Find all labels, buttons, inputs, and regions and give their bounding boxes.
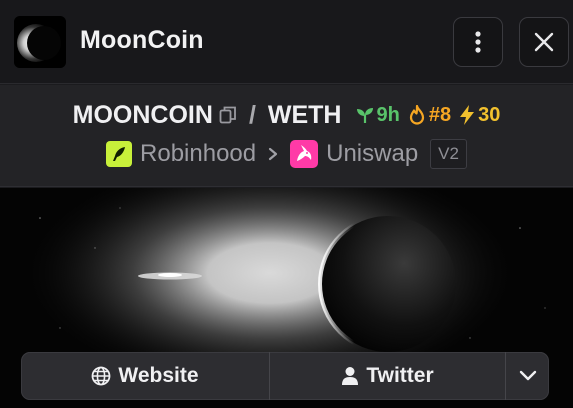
trending-rank-value: #8 — [428, 103, 452, 126]
pair-age-value: 9h — [376, 103, 400, 126]
chevron-right-icon — [268, 147, 278, 161]
robinhood-chain-icon — [106, 141, 133, 167]
pair-separator: / — [248, 100, 256, 129]
chain-name[interactable]: Robinhood — [140, 140, 256, 168]
base-token-symbol: MOONCOIN — [72, 100, 213, 129]
flame-icon — [409, 105, 424, 125]
quote-token-symbol: WETH — [267, 100, 342, 129]
copy-address-icon[interactable] — [219, 105, 237, 125]
twitter-label: Twitter — [366, 364, 434, 387]
website-label: Website — [118, 364, 199, 387]
dex-version-badge: V2 — [430, 139, 467, 169]
app-title: MoonCoin — [80, 26, 204, 54]
trending-rank: #8 — [408, 104, 451, 127]
chevron-down-icon — [519, 370, 536, 381]
boost-count: 30 — [459, 104, 500, 127]
lightning-icon — [460, 105, 475, 125]
pair-source: Robinhood Uniswap V2 — [0, 138, 573, 170]
social-links-bar: Website Twitter — [21, 352, 549, 400]
website-button[interactable]: Website — [21, 352, 270, 400]
pair-title: MOONCOIN / WETH 9h #8 30 — [0, 99, 573, 131]
user-icon — [342, 367, 359, 385]
more-options-button[interactable] — [453, 17, 503, 67]
seedling-icon — [356, 108, 373, 123]
close-icon — [534, 32, 554, 52]
more-links-button[interactable] — [506, 352, 549, 400]
kebab-menu-icon — [475, 31, 481, 53]
token-header: MoonCoin — [0, 0, 573, 84]
twitter-button[interactable]: Twitter — [270, 352, 506, 400]
dex-name[interactable]: Uniswap — [326, 140, 418, 168]
pair-info-bar: MOONCOIN / WETH 9h #8 30 Robinhood Unisw… — [0, 85, 573, 187]
boost-count-value: 30 — [478, 103, 501, 126]
uniswap-unicorn-icon — [290, 140, 319, 168]
globe-icon — [92, 366, 111, 386]
pair-age: 9h — [356, 104, 400, 127]
close-button[interactable] — [519, 17, 569, 67]
eclipse-logo-icon — [14, 16, 66, 68]
